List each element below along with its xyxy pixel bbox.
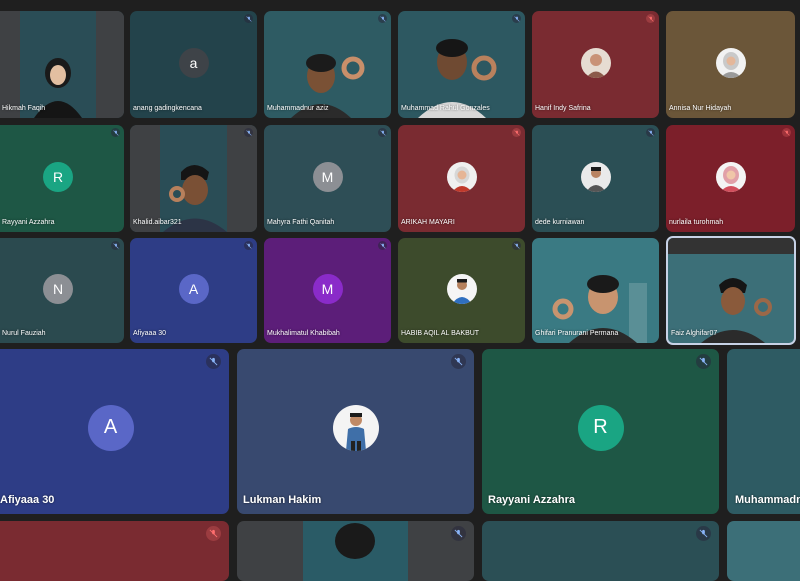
mic-muted-icon	[206, 526, 221, 541]
participant-name: Rayyani Azzahra	[2, 219, 55, 226]
participant-tile[interactable]	[482, 521, 719, 581]
mic-muted-icon	[111, 128, 120, 137]
video-letterbox	[0, 11, 20, 118]
mic-muted-icon	[782, 128, 791, 137]
mic-muted-icon	[206, 354, 221, 369]
avatar-letter: M	[321, 280, 334, 297]
mic-muted-icon	[512, 128, 521, 137]
participant-name: Muhammad Rahul Gonzales	[401, 105, 490, 112]
participant-tile-active[interactable]: Faiz Alghifar07	[666, 236, 796, 345]
participant-tile[interactable]: dede kurniawan	[532, 125, 659, 232]
participant-tile[interactable]: Annisa Nur Hidayah	[666, 11, 795, 118]
participant-name: Mukhalimatul Khabibah	[267, 330, 340, 337]
participant-tile[interactable]: M Mukhalimatul Khabibah	[264, 238, 391, 343]
avatar-letter: M	[321, 168, 334, 185]
avatar-initial: R	[43, 161, 73, 192]
avatar-photo	[715, 161, 746, 192]
participant-tile[interactable]: Muhammadnu	[727, 349, 800, 514]
avatar-letter: a	[189, 54, 198, 71]
participant-tile[interactable]: R Rayyani Azzahra	[0, 125, 124, 232]
mic-muted-icon	[646, 14, 655, 23]
participant-tile[interactable]: Muhammadnur aziz	[264, 11, 391, 118]
participant-name: Annisa Nur Hidayah	[669, 105, 732, 112]
participant-name: Muhammadnu	[735, 494, 800, 506]
mic-muted-icon	[512, 241, 521, 250]
avatar-initial: R	[577, 404, 624, 451]
participant-tile[interactable]: A Afiyaaa 30	[130, 238, 257, 343]
mic-muted-icon	[378, 241, 387, 250]
avatar-photo	[446, 161, 477, 192]
mic-muted-icon	[451, 354, 466, 369]
mic-muted-icon	[696, 526, 711, 541]
participant-name: nurlaila turohmah	[669, 219, 724, 226]
participant-tile[interactable]: N Nurul Fauziah	[0, 238, 124, 343]
mic-muted-icon	[244, 128, 253, 137]
participant-name: Muhammadnur aziz	[267, 105, 329, 112]
avatar-initial: M	[312, 161, 343, 192]
mic-muted-icon	[378, 14, 387, 23]
avatar-letter: R	[52, 168, 64, 185]
avatar-photo	[715, 47, 746, 78]
video-letterbox	[96, 11, 124, 118]
avatar-initial: N	[43, 273, 73, 304]
avatar-letter: R	[593, 416, 608, 438]
avatar-photo	[446, 273, 477, 304]
participant-tile[interactable]: a anang gadingkencana	[130, 11, 257, 118]
participant-tile[interactable]: A Afiyaaa 30	[0, 349, 229, 514]
participant-name: Faiz Alghifar07	[671, 330, 718, 337]
participant-tile[interactable]: nurlaila turohmah	[666, 125, 795, 232]
participant-name: Afiyaaa 30	[0, 494, 55, 506]
participant-tile[interactable]: R Rayyani Azzahra	[482, 349, 719, 514]
avatar-initial: A	[87, 404, 134, 451]
participant-tile[interactable]: Hanif Indy Safrina	[532, 11, 659, 118]
mic-muted-icon	[451, 526, 466, 541]
participant-tile[interactable]: Hikmah Faqih	[0, 11, 124, 118]
participant-tile[interactable]: HABIB AQIL AL BAKBUT	[398, 238, 525, 343]
participant-tile[interactable]	[727, 521, 800, 581]
participant-name: Ghifari Pranurani Permana	[535, 330, 619, 337]
participant-tile[interactable]	[237, 521, 474, 581]
video-letterbox	[227, 125, 257, 232]
avatar-photo	[580, 47, 611, 78]
avatar-photo	[580, 161, 611, 192]
participant-video-person	[335, 523, 375, 559]
participant-name: Hikmah Faqih	[2, 105, 46, 112]
avatar-initial: A	[178, 273, 209, 304]
participant-name: HABIB AQIL AL BAKBUT	[401, 330, 480, 337]
mic-muted-icon	[111, 241, 120, 250]
participant-name: dede kurniawan	[535, 219, 585, 226]
avatar-initial: M	[312, 273, 343, 304]
participant-name: Lukman Hakim	[243, 494, 322, 506]
participant-tile[interactable]: M Mahyra Fathi Qanitah	[264, 125, 391, 232]
participant-name: ARIKAH MAYARI	[401, 219, 455, 226]
participant-tile[interactable]: ARIKAH MAYARI	[398, 125, 525, 232]
participant-tile[interactable]: Muhammad Rahul Gonzales	[398, 11, 525, 118]
participant-name: Hanif Indy Safrina	[535, 105, 591, 112]
mic-muted-icon	[244, 14, 253, 23]
avatar-letter: A	[103, 416, 118, 438]
participant-tile[interactable]: Khalid.aibar321	[130, 125, 257, 232]
mic-muted-icon	[378, 128, 387, 137]
participant-name: Nurul Fauziah	[2, 330, 46, 337]
mic-muted-icon	[646, 128, 655, 137]
participant-tile[interactable]	[0, 521, 229, 581]
mic-muted-icon	[696, 354, 711, 369]
mic-muted-icon	[512, 14, 521, 23]
video-topbar	[668, 238, 794, 254]
participant-name: anang gadingkencana	[133, 105, 202, 112]
avatar-photo	[332, 404, 379, 451]
mic-muted-icon	[244, 241, 253, 250]
video-letterbox	[130, 125, 160, 232]
participant-tile[interactable]: Ghifari Pranurani Permana	[532, 238, 659, 343]
avatar-initial: a	[178, 47, 209, 78]
avatar-letter: A	[188, 280, 199, 297]
participant-name: Khalid.aibar321	[133, 219, 182, 226]
participant-name: Afiyaaa 30	[133, 330, 167, 337]
participant-name: Rayyani Azzahra	[488, 494, 576, 506]
participant-name: Mahyra Fathi Qanitah	[267, 219, 335, 226]
participant-tile[interactable]: Lukman Hakim	[237, 349, 474, 514]
avatar-letter: N	[52, 280, 64, 297]
